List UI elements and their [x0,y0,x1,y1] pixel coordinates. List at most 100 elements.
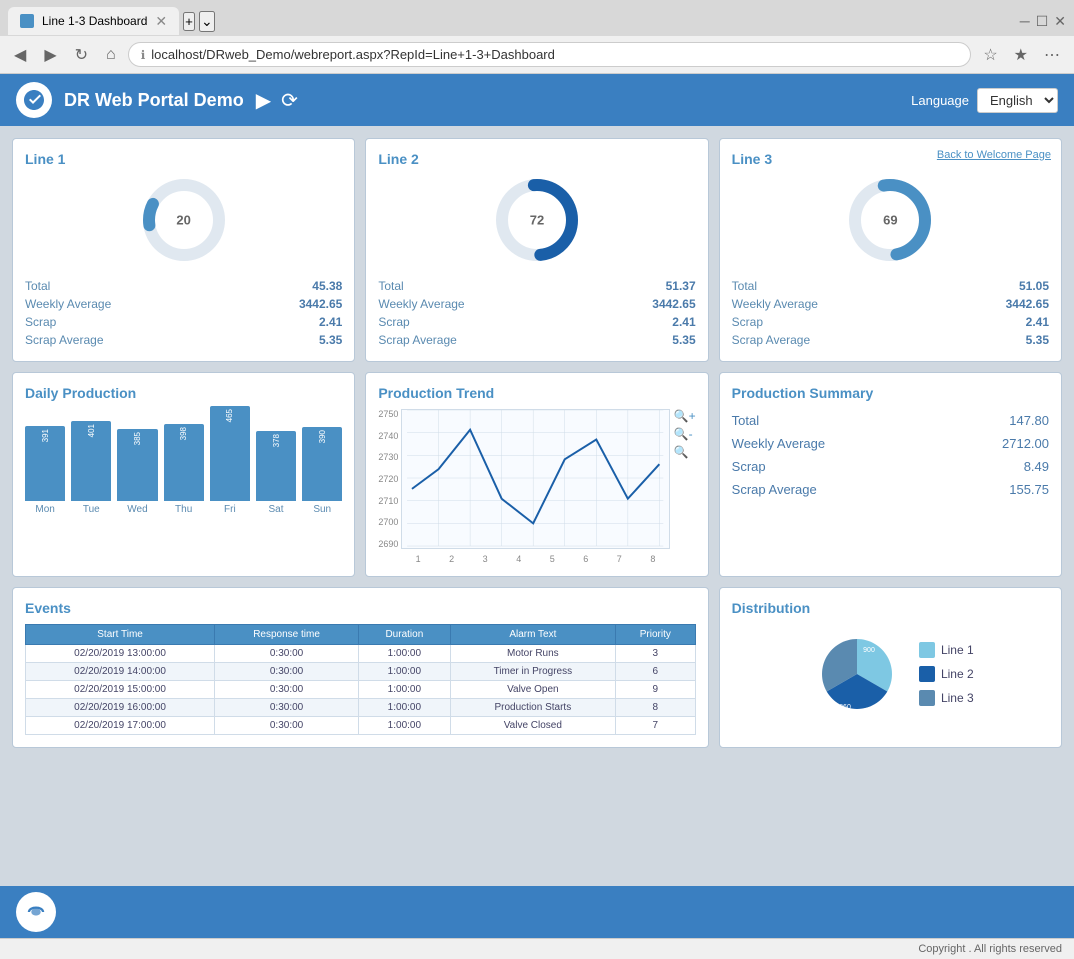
tab-close-button[interactable]: ✕ [155,13,167,30]
legend-line3: Line 3 [919,690,974,706]
distribution-legend: Line 1 Line 2 Line 3 [919,642,974,706]
line1-donut-container: 20 [25,175,342,265]
line1-stat-weekly: Weekly Average 3442.65 [25,295,342,313]
line1-donut: 20 [139,175,229,265]
line1-donut-label: 20 [176,213,190,228]
browser-chrome: Line 1-3 Dashboard ✕ + ⌄ ─ ☐ ✕ ◀ ▶ ↻ ⌂ ℹ… [0,0,1074,74]
line1-stat-scrapavg: Scrap Average 5.35 [25,331,342,349]
app-title: DR Web Portal Demo [64,90,244,111]
event-row: 02/20/2019 15:00:00 0:30:00 1:00:00 Valv… [26,681,696,699]
production-summary-card: Production Summary Total 147.80 Weekly A… [719,372,1062,577]
event-row: 02/20/2019 17:00:00 0:30:00 1:00:00 Valv… [26,717,696,735]
summary-stat-scrap: Scrap 8.49 [732,455,1049,478]
bar-sat: 378 Sat [256,431,296,515]
line2-title: Line 2 [378,151,695,167]
event-row: 02/20/2019 13:00:00 0:30:00 1:00:00 Moto… [26,645,696,663]
legend-color-line2 [919,666,935,682]
bookmark-button[interactable]: ☆ [977,43,1003,67]
bar-sun: 390 Sun [302,427,342,515]
distribution-title: Distribution [732,600,1049,616]
extensions-button[interactable]: ★ [1008,43,1034,67]
line2-donut-container: 72 [378,175,695,265]
app-logo [16,82,52,118]
bar-thu: 398 Thu [164,424,204,515]
restore-button[interactable]: ☐ [1036,13,1049,30]
footer-text: Copyright . All rights reserved [918,943,1062,955]
back-to-welcome-link[interactable]: Back to Welcome Page [937,149,1051,161]
browser-tab[interactable]: Line 1-3 Dashboard ✕ [8,7,179,35]
line3-donut: 69 [845,175,935,265]
zoom-in-icon[interactable]: 🔍+ [674,409,696,423]
forward-button[interactable]: ▶ [38,43,62,67]
trend-chart-wrapper: 2750 2740 2730 2720 2710 2700 2690 [378,409,695,564]
browser-toolbar: ◀ ▶ ↻ ⌂ ℹ localhost/DRweb_Demo/webreport… [0,36,1074,74]
tab-menu-button[interactable]: ⌄ [199,11,215,32]
settings-button[interactable]: ⋯ [1038,43,1066,67]
production-trend-card: Production Trend 2750 2740 2730 2720 271… [365,372,708,577]
line1-stat-scrap: Scrap 2.41 [25,313,342,331]
dashboard-grid: Line 1 20 Total 45.38 Weekly Average 344… [12,138,1062,748]
col-duration: Duration [359,625,451,645]
bottom-logo-bar [0,886,1074,938]
col-priority: Priority [615,625,695,645]
address-text: localhost/DRweb_Demo/webreport.aspx?RepI… [151,47,555,62]
col-response-time: Response time [215,625,359,645]
daily-production-title: Daily Production [25,385,342,401]
zoom-reset-icon[interactable]: 🔍 [674,445,696,459]
refresh-icon[interactable]: ⟳ [281,88,298,113]
home-button[interactable]: ⌂ [100,44,122,66]
tab-title: Line 1-3 Dashboard [42,14,147,28]
bar-fri: 465 Fri [210,406,250,515]
legend-line2: Line 2 [919,666,974,682]
footer: Copyright . All rights reserved [0,938,1074,959]
distribution-content: 900 860 Line 1 Line 2 [732,624,1049,724]
play-icon[interactable]: ▶ [256,88,271,113]
trend-svg-container: 1 2 3 4 5 6 7 8 [401,409,669,564]
browser-action-buttons: ☆ ★ ⋯ [977,43,1066,67]
line2-donut-label: 72 [530,213,544,228]
bottom-logo [16,892,56,932]
svg-text:900: 900 [863,647,875,654]
bar-chart: 391 Mon 401 Tue 385 Wed [25,409,342,519]
app-header: DR Web Portal Demo ▶ ⟳ Language English [0,74,1074,126]
line2-stat-scrapavg: Scrap Average 5.35 [378,331,695,349]
line2-stat-weekly: Weekly Average 3442.65 [378,295,695,313]
line1-stat-total: Total 45.38 [25,277,342,295]
tab-bar: Line 1-3 Dashboard ✕ + ⌄ ─ ☐ ✕ [0,0,1074,36]
minimize-button[interactable]: ─ [1020,13,1030,29]
col-start-time: Start Time [26,625,215,645]
events-table: Start Time Response time Duration Alarm … [25,624,696,735]
language-selector[interactable]: Language English [911,88,1058,113]
back-button[interactable]: ◀ [8,43,32,67]
summary-stat-weekly: Weekly Average 2712.00 [732,432,1049,455]
new-tab-button[interactable]: + [183,12,195,31]
line3-donut-label: 69 [883,213,897,228]
line3-card: Line 3 Back to Welcome Page 69 Total 51.… [719,138,1062,362]
app-header-icons: ▶ ⟳ [256,88,298,113]
language-dropdown[interactable]: English [977,88,1058,113]
legend-color-line1 [919,642,935,658]
line1-title: Line 1 [25,151,342,167]
close-window-button[interactable]: ✕ [1054,13,1066,30]
summary-stat-scrapavg: Scrap Average 155.75 [732,478,1049,501]
line3-stat-scrap: Scrap 2.41 [732,313,1049,331]
production-trend-title: Production Trend [378,385,695,401]
bar-tue: 401 Tue [71,421,111,515]
x-axis-labels: 1 2 3 4 5 6 7 8 [401,554,669,564]
event-row: 02/20/2019 16:00:00 0:30:00 1:00:00 Prod… [26,699,696,717]
tab-favicon [20,14,34,28]
language-label: Language [911,93,969,108]
col-alarm-text: Alarm Text [450,625,615,645]
distribution-card: Distribution 900 860 [719,587,1062,748]
svg-text:860: 860 [839,704,851,711]
refresh-button[interactable]: ↻ [69,43,94,67]
production-summary-title: Production Summary [732,385,1049,401]
address-bar[interactable]: ℹ localhost/DRweb_Demo/webreport.aspx?Re… [128,42,972,67]
address-bar-icon: ℹ [141,48,146,62]
zoom-out-icon[interactable]: 🔍- [674,427,696,441]
line3-stat-scrapavg: Scrap Average 5.35 [732,331,1049,349]
chart-zoom-controls[interactable]: 🔍+ 🔍- 🔍 [670,409,696,564]
legend-line1: Line 1 [919,642,974,658]
bar-wed: 385 Wed [117,429,157,515]
line3-donut-container: 69 [732,175,1049,265]
